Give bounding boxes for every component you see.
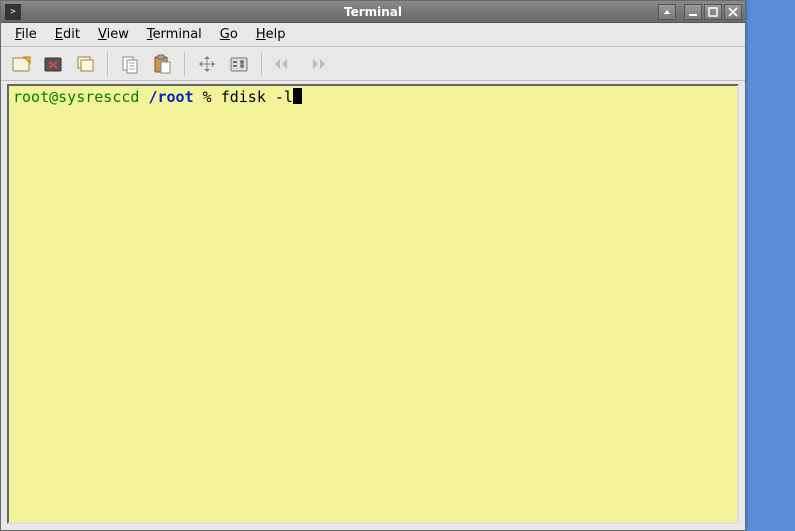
shade-icon — [662, 7, 672, 17]
toolbar — [1, 47, 745, 81]
maximize-icon — [708, 7, 718, 17]
new-window-icon — [75, 54, 95, 74]
titlebar[interactable]: Terminal — [1, 1, 745, 23]
toolbar-separator — [184, 52, 185, 76]
prev-tab-icon — [273, 54, 295, 74]
prev-tab-button[interactable] — [269, 50, 299, 78]
prompt-symbol: % — [203, 88, 212, 106]
toolbar-separator — [261, 52, 262, 76]
minimize-icon — [688, 7, 698, 17]
menu-help[interactable]: Help — [248, 25, 294, 44]
shade-button[interactable] — [658, 4, 676, 20]
prompt-user: root@sysresccd — [13, 88, 139, 106]
new-tab-icon — [11, 54, 31, 74]
new-window-button[interactable] — [70, 50, 100, 78]
menu-terminal[interactable]: Terminal — [139, 25, 210, 44]
menu-view[interactable]: View — [90, 25, 137, 44]
menubar: File Edit View Terminal Go Help — [1, 23, 745, 47]
menu-file[interactable]: File — [7, 25, 45, 44]
window-title: Terminal — [1, 5, 745, 19]
next-tab-icon — [305, 54, 327, 74]
terminal-window: Terminal File Edit View Terminal Go Help — [0, 0, 746, 531]
cursor — [293, 88, 302, 104]
menu-go[interactable]: Go — [212, 25, 246, 44]
window-controls — [658, 4, 745, 20]
copy-icon — [120, 54, 140, 74]
terminal-area-wrap: root@sysresccd /root % fdisk -l — [1, 81, 745, 530]
command-text: fdisk -l — [221, 88, 293, 106]
prompt-path: /root — [148, 88, 193, 106]
terminal-output[interactable]: root@sysresccd /root % fdisk -l — [7, 84, 739, 524]
fullscreen-button[interactable] — [192, 50, 222, 78]
new-tab-button[interactable] — [6, 50, 36, 78]
next-tab-button[interactable] — [301, 50, 331, 78]
paste-icon — [152, 54, 172, 74]
menu-edit[interactable]: Edit — [47, 25, 88, 44]
close-icon — [728, 7, 738, 17]
preferences-icon — [229, 54, 249, 74]
maximize-button[interactable] — [704, 4, 722, 20]
close-tab-button[interactable] — [38, 50, 68, 78]
fullscreen-icon — [197, 54, 217, 74]
minimize-button[interactable] — [684, 4, 702, 20]
paste-button[interactable] — [147, 50, 177, 78]
close-tab-icon — [43, 54, 63, 74]
preferences-button[interactable] — [224, 50, 254, 78]
toolbar-separator — [107, 52, 108, 76]
copy-button[interactable] — [115, 50, 145, 78]
terminal-app-icon — [5, 4, 21, 20]
close-button[interactable] — [724, 4, 742, 20]
